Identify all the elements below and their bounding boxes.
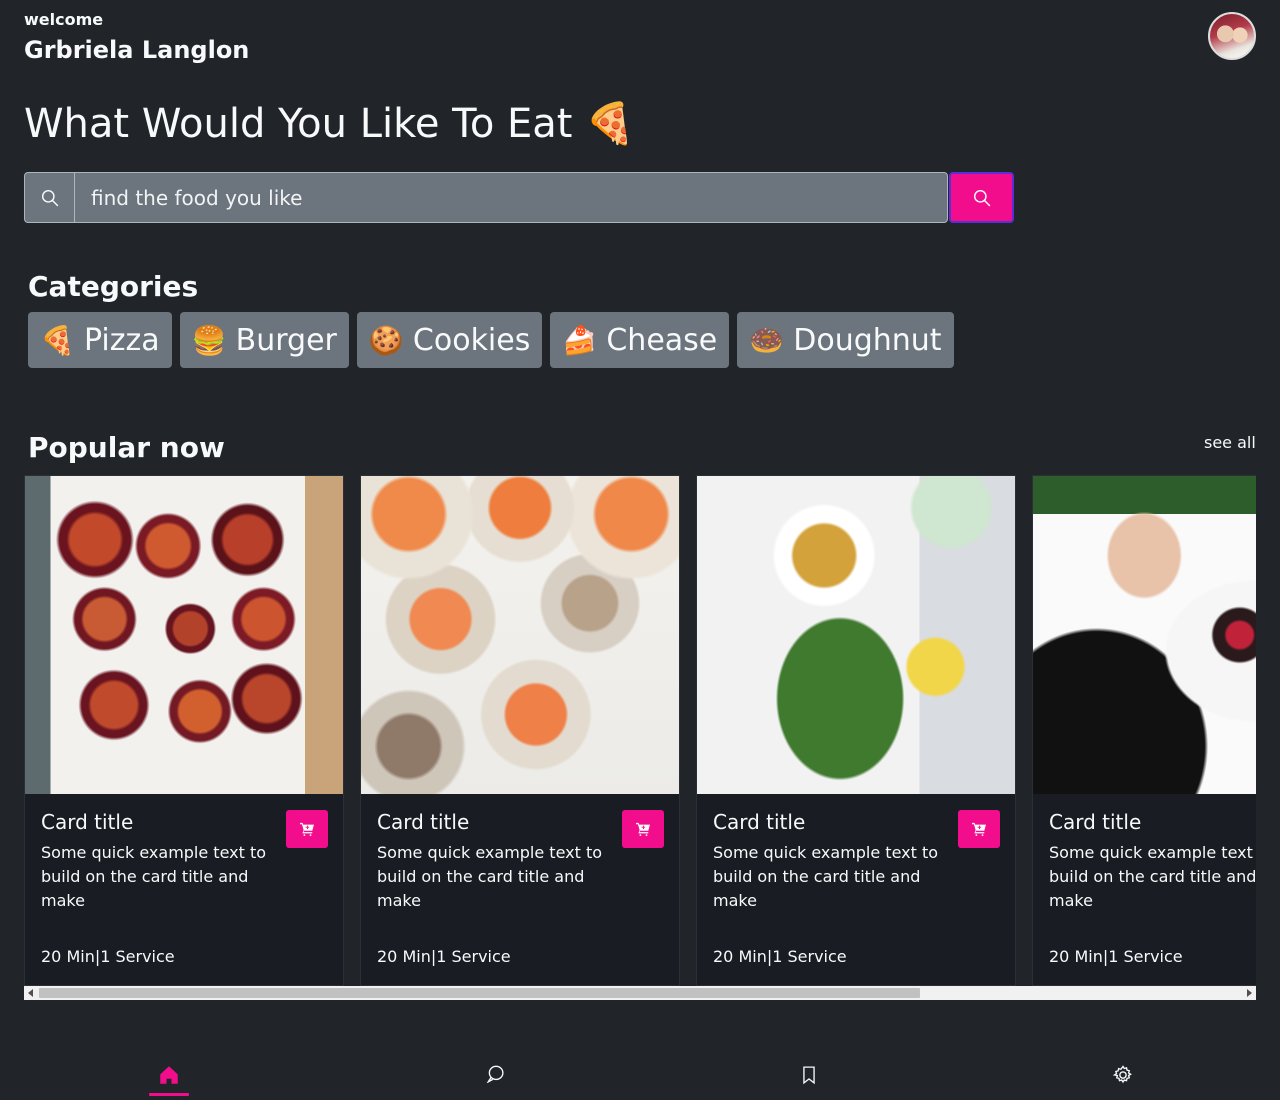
category-chip-pizza[interactable]: 🍕 Pizza [28, 312, 172, 368]
cart-icon [972, 822, 986, 836]
card-text: Some quick example text to build on the … [713, 843, 939, 910]
food-card[interactable]: Card title Some quick example text to bu… [360, 475, 680, 986]
cake-icon: 🍰 [562, 323, 598, 357]
scroll-left-arrow[interactable] [28, 989, 33, 997]
search-icon [973, 189, 990, 206]
card-meta: 20 Min|1 Service [1049, 947, 1183, 966]
category-chip-chease[interactable]: 🍰 Chease [550, 312, 730, 368]
category-label: Burger [235, 322, 337, 358]
active-indicator [149, 1093, 189, 1096]
scroll-thumb[interactable] [39, 988, 920, 998]
nav-bookmarks[interactable] [789, 1065, 829, 1095]
category-chip-burger[interactable]: 🍔 Burger [179, 312, 349, 368]
nav-home[interactable] [149, 1065, 189, 1096]
welcome-label: welcome [24, 10, 104, 29]
cookie-icon: 🍪 [368, 323, 404, 357]
card-meta: 20 Min|1 Service [713, 947, 847, 966]
pizza-icon: 🍕 [40, 323, 75, 357]
card-title: Card title [713, 810, 806, 834]
scroll-right-arrow[interactable] [1247, 989, 1252, 997]
categories-title: Categories [28, 270, 199, 303]
burger-icon: 🍔 [191, 323, 227, 357]
page-title: What Would You Like To Eat 🍕 [24, 101, 635, 147]
doughnut-icon: 🍩 [749, 323, 785, 357]
card-meta: 20 Min|1 Service [41, 947, 175, 966]
food-card[interactable]: Card title Some quick example text to bu… [696, 475, 1016, 986]
cart-icon [300, 822, 314, 836]
add-to-cart-button[interactable] [286, 810, 328, 848]
horizontal-scrollbar[interactable] [24, 986, 1256, 1000]
username: Grbriela Langlon [24, 36, 250, 64]
bookmark-icon [803, 1066, 815, 1085]
card-title: Card title [41, 810, 134, 834]
card-text: Some quick example text to build on the … [1049, 843, 1256, 910]
see-all-link[interactable]: see all [1204, 433, 1256, 453]
card-meta: 20 Min|1 Service [377, 947, 511, 966]
cart-icon [636, 822, 650, 836]
header: welcome Grbriela Langlon [24, 10, 249, 70]
add-to-cart-button[interactable] [622, 810, 664, 848]
food-card[interactable]: Card title Some quick example text to bu… [24, 475, 344, 986]
category-chip-cookies[interactable]: 🍪 Cookies [356, 312, 543, 368]
card-text: Some quick example text to build on the … [377, 843, 603, 910]
card-title: Card title [1049, 810, 1142, 834]
category-label: Doughnut [793, 322, 942, 358]
nav-chat[interactable] [475, 1065, 515, 1095]
bottom-nav [0, 1060, 1280, 1100]
food-image [1033, 476, 1256, 794]
category-label: Pizza [84, 322, 160, 358]
search-button[interactable] [949, 172, 1014, 223]
food-card[interactable]: Card title Some quick example text to bu… [1032, 475, 1256, 986]
card-title: Card title [377, 810, 470, 834]
food-image [361, 476, 679, 794]
search-bar [24, 172, 1014, 223]
category-list: 🍕 Pizza 🍔 Burger 🍪 Cookies 🍰 Chease 🍩 Do… [28, 312, 954, 368]
category-label: Chease [606, 322, 718, 358]
add-to-cart-button[interactable] [958, 810, 1000, 848]
gear-icon [1113, 1065, 1132, 1084]
food-image [697, 476, 1015, 794]
chat-icon [486, 1065, 504, 1083]
search-icon [24, 172, 74, 223]
food-image [25, 476, 343, 794]
category-label: Cookies [412, 322, 531, 358]
popular-carousel[interactable]: Card title Some quick example text to bu… [24, 475, 1256, 986]
category-chip-doughnut[interactable]: 🍩 Doughnut [737, 312, 954, 368]
popular-title: Popular now [28, 431, 225, 464]
home-icon [160, 1066, 178, 1084]
card-text: Some quick example text to build on the … [41, 843, 267, 910]
search-input[interactable] [74, 172, 948, 223]
nav-settings[interactable] [1103, 1065, 1143, 1095]
avatar[interactable] [1208, 12, 1256, 60]
